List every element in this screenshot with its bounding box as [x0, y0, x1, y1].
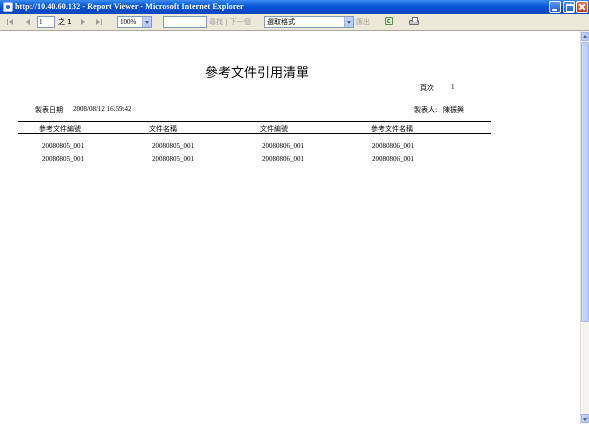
export-format-value: 選取格式: [267, 18, 295, 26]
creator-label: 製表人:: [414, 106, 438, 114]
table-cell: 20080806_001: [372, 155, 414, 163]
refresh-icon: [385, 17, 393, 25]
ie-app-icon[interactable]: [3, 2, 13, 12]
print-button[interactable]: [408, 16, 420, 28]
creator-value: 陳振興: [443, 106, 464, 114]
zoom-value: 100%: [120, 18, 137, 26]
export-format-dropdown-button[interactable]: [344, 17, 353, 27]
scroll-down-button[interactable]: [581, 414, 589, 423]
table-header-rule: [18, 133, 491, 134]
vertical-scrollbar[interactable]: [580, 31, 589, 424]
page-number: 1: [451, 83, 455, 91]
close-button[interactable]: [576, 1, 588, 13]
maximize-button[interactable]: [563, 1, 575, 13]
table-cell: 20080806_001: [262, 142, 304, 150]
minimize-button[interactable]: [549, 1, 561, 13]
print-date-label: 製表日期: [35, 106, 63, 114]
refresh-button[interactable]: [384, 16, 394, 28]
chevron-up-icon: [583, 35, 587, 38]
print-icon: [409, 17, 419, 25]
find-text-input[interactable]: [163, 16, 207, 28]
find-next-links[interactable]: 尋找 | 下一個: [209, 16, 251, 28]
window-title-bar[interactable]: http://10.40.60.132 - Report Viewer - Mi…: [0, 0, 589, 14]
zoom-select[interactable]: 100%: [117, 16, 152, 28]
page-label: 頁次: [420, 84, 434, 92]
report-content: 參考文件引用清單 頁次 1 製表日期 2008/08/12 16:59:42 製…: [0, 31, 580, 424]
prev-page-icon[interactable]: [23, 16, 33, 28]
table-cell: 20080805_001: [152, 155, 194, 163]
table-cell: 20080805_001: [42, 155, 84, 163]
window-title: http://10.40.60.132 - Report Viewer - Mi…: [15, 2, 244, 11]
report-toolbar: 1 之 1 100% 尋找 | 下一個 選取格式 匯出: [0, 14, 589, 31]
table-cell: 20080806_001: [372, 142, 414, 150]
chevron-down-icon: [347, 21, 351, 24]
scrollbar-thumb[interactable]: [581, 42, 589, 322]
table-cell: 20080806_001: [262, 155, 304, 163]
table-cell: 20080805_001: [42, 142, 84, 150]
export-link[interactable]: 匯出: [356, 16, 370, 28]
page-count-label: 之 1: [58, 18, 72, 26]
page-number-input[interactable]: 1: [37, 16, 55, 28]
chevron-down-icon: [583, 418, 587, 421]
table-top-rule: [18, 121, 491, 122]
last-page-icon[interactable]: [94, 16, 104, 28]
chevron-down-icon: [145, 21, 149, 24]
table-cell: 20080805_001: [152, 142, 194, 150]
scroll-up-button[interactable]: [581, 32, 589, 41]
zoom-dropdown-button[interactable]: [142, 17, 151, 27]
first-page-icon[interactable]: [6, 16, 16, 28]
next-page-icon[interactable]: [78, 16, 88, 28]
print-date-value: 2008/08/12 16:59:42: [73, 105, 132, 113]
export-format-select[interactable]: 選取格式: [264, 16, 354, 28]
report-title: 參考文件引用清單: [204, 66, 309, 81]
